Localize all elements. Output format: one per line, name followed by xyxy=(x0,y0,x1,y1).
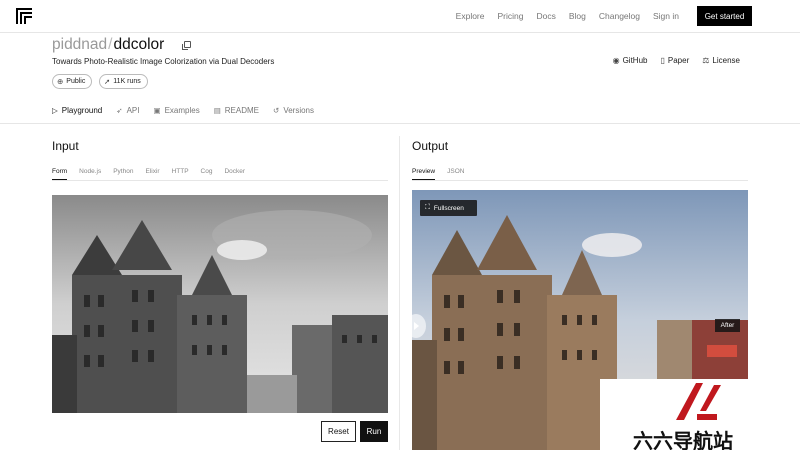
subtab-preview[interactable]: Preview xyxy=(412,168,436,180)
play-icon: ▷ xyxy=(52,106,58,115)
model-name: ddcolor xyxy=(113,36,165,53)
nav-link-sign-in[interactable]: Sign in xyxy=(653,11,679,21)
versions-icon: ↺ xyxy=(273,106,280,115)
expand-icon: ⛶ xyxy=(425,204,430,211)
paper-link[interactable]: ▯ Paper xyxy=(660,56,689,65)
subtab-json[interactable]: JSON xyxy=(447,168,464,180)
input-subtabs-divider xyxy=(52,180,388,181)
panel-divider xyxy=(399,136,400,450)
paper-link-label: Paper xyxy=(667,56,690,65)
scale-icon: ⚖ xyxy=(702,56,710,65)
runs-badge: ➚ 11K runs xyxy=(99,74,148,89)
fullscreen-button[interactable]: ⛶ Fullscreen xyxy=(420,200,477,216)
nav-link-blog[interactable]: Blog xyxy=(569,11,586,21)
model-owner-link[interactable]: piddnad xyxy=(52,36,107,53)
readme-icon: ▤ xyxy=(213,106,221,115)
after-label: After xyxy=(715,319,740,332)
tab-examples-label: Examples xyxy=(164,106,200,115)
watermark-text: 六六导航站 xyxy=(633,429,733,450)
tab-readme-label: README xyxy=(224,106,260,115)
globe-icon: ⊕ xyxy=(57,77,64,86)
tab-api[interactable]: ➶ API xyxy=(116,106,139,124)
nav-link-docs[interactable]: Docs xyxy=(536,11,555,21)
title-separator: / xyxy=(108,36,113,53)
tab-examples[interactable]: ▣ Examples xyxy=(153,106,199,124)
subtab-form[interactable]: Form xyxy=(52,168,68,180)
tab-versions[interactable]: ↺ Versions xyxy=(273,106,314,124)
rocket-icon: ➚ xyxy=(104,77,111,86)
model-tabs: ▷ Playground ➶ API ▣ Examples ▤ README ↺ Vers… xyxy=(52,106,328,124)
page-title: piddnad/ddcolor xyxy=(52,36,164,54)
nav-link-explore[interactable]: Explore xyxy=(456,11,485,21)
subtab-python[interactable]: Python xyxy=(113,168,133,180)
model-description: Towards Photo-Realistic Image Colorizati… xyxy=(52,57,275,66)
run-button[interactable]: Run xyxy=(360,421,388,442)
license-link[interactable]: ⚖ License xyxy=(702,56,740,65)
replicate-logo-icon[interactable] xyxy=(16,8,32,24)
github-link-label: GitHub xyxy=(622,56,648,65)
examples-icon: ▣ xyxy=(153,106,161,115)
get-started-button[interactable]: Get started xyxy=(697,6,752,26)
output-title: Output xyxy=(412,139,449,153)
subtab-nodejs[interactable]: Node.js xyxy=(79,168,101,180)
nav-link-changelog[interactable]: Changelog xyxy=(599,11,640,21)
subtab-docker[interactable]: Docker xyxy=(224,168,245,180)
api-icon: ➶ xyxy=(116,106,123,115)
github-link[interactable]: ◉ GitHub xyxy=(613,56,648,65)
input-title: Input xyxy=(52,139,79,153)
copy-icon[interactable] xyxy=(182,41,191,50)
compare-slider-handle[interactable] xyxy=(406,314,426,338)
document-icon: ▯ xyxy=(660,56,665,65)
nav-links: Explore Pricing Docs Blog Changelog Sign… xyxy=(443,11,679,21)
input-image[interactable] xyxy=(52,195,388,413)
subtab-cog[interactable]: Cog xyxy=(201,168,213,180)
tab-versions-label: Versions xyxy=(283,106,314,115)
input-subtabs: Form Node.js Python Elixir HTTP Cog Dock… xyxy=(52,168,257,180)
runs-badge-label: 11K runs xyxy=(113,78,141,85)
reset-button[interactable]: Reset xyxy=(321,421,356,442)
nav-link-pricing[interactable]: Pricing xyxy=(498,11,524,21)
tab-playground[interactable]: ▷ Playground xyxy=(52,106,103,124)
output-subtabs: Preview JSON xyxy=(412,168,476,180)
output-subtabs-divider xyxy=(412,180,748,181)
reference-links: ◉ GitHub ▯ Paper ⚖ License xyxy=(613,56,740,65)
public-badge-label: Public xyxy=(66,78,86,85)
tab-playground-label: Playground xyxy=(61,106,103,115)
github-icon: ◉ xyxy=(612,56,620,65)
subtab-http[interactable]: HTTP xyxy=(172,168,189,180)
subtab-elixir[interactable]: Elixir xyxy=(145,168,159,180)
license-link-label: License xyxy=(712,56,740,65)
fullscreen-label: Fullscreen xyxy=(433,204,464,212)
public-badge: ⊕ Public xyxy=(52,74,93,89)
tab-readme[interactable]: ▤ README xyxy=(214,106,259,124)
tabs-divider xyxy=(0,123,800,124)
top-nav: Explore Pricing Docs Blog Changelog Sign… xyxy=(0,0,800,33)
tab-api-label: API xyxy=(126,106,140,115)
